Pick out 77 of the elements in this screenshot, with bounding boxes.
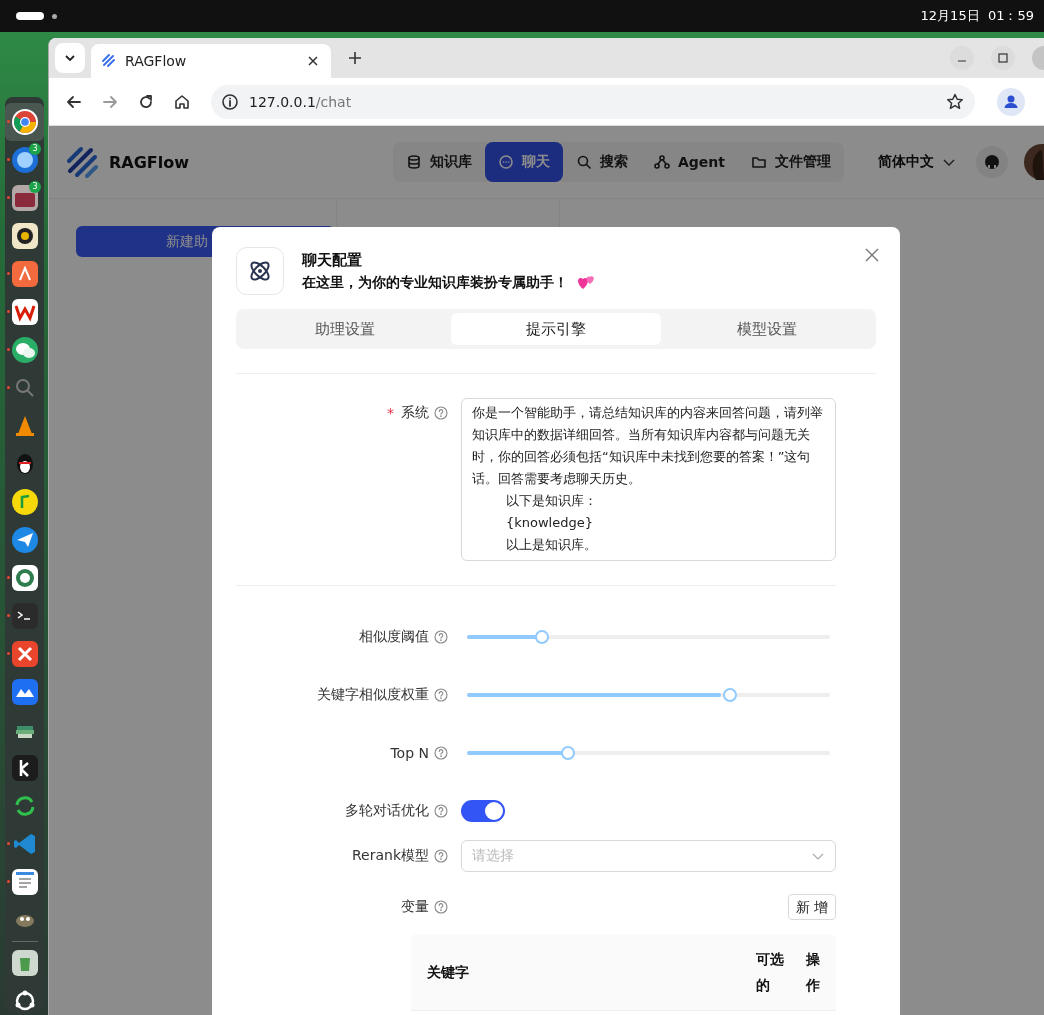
column-header: 关键字 [426,963,470,982]
tab[interactable]: 模型设置 [661,313,872,345]
slider-thumb[interactable] [722,688,737,702]
nav-tab[interactable]: Agent [641,142,738,182]
help-icon[interactable] [434,746,448,760]
notification-badge: 3 [29,143,41,155]
home-icon[interactable] [173,92,191,111]
app-name: RAGFlow [109,152,190,172]
system-prompt-field[interactable]: 你是一个智能助手，请总结知识库的内容来回答问题，请列举知识库中的数据详细回答。当所有知识库内容都与问题无关时，你的回答必须包括“知识库中未找到您要的答案！”这句话。回答需要考虑聊天历史。 以下是知识库： {knowledge} 以上是知识库。 [461,398,836,561]
reload-icon[interactable] [137,92,155,111]
nav-tab[interactable]: 知识库 [393,142,485,182]
folder-icon [751,154,767,170]
address-bar[interactable]: 127.0.0.1/chat [211,84,975,119]
clock[interactable]: 12月15日 01：59 [920,7,1034,25]
app-icon[interactable] [10,298,39,326]
database-icon [406,154,422,170]
app-icon[interactable] [10,108,39,136]
slider-thumb[interactable] [561,746,576,760]
field-label: 多轮对话优化 [345,802,429,820]
tab-title: RAGFlow [125,53,188,69]
site-info-icon[interactable] [221,92,239,111]
app-icon[interactable] [10,488,39,516]
workspace-indicator[interactable] [16,12,44,20]
tab[interactable]: 提示引擎 [450,313,662,345]
minimize-button[interactable] [950,46,974,70]
app-icon[interactable] [10,146,39,174]
app-icon[interactable] [10,336,39,364]
profile-icon[interactable] [997,87,1025,116]
url-text: 127.0.0.1/chat [249,93,353,110]
help-icon[interactable] [434,804,448,818]
dialog-subtitle: 在这里，为你的专业知识库装扮专属助手！ [302,273,568,292]
ragflow-logo-icon [65,145,99,179]
field-label: Rerank模型 [351,847,429,865]
atom-icon [236,247,284,295]
nodes-icon [654,154,670,170]
nav-tab[interactable]: 搜索 [563,142,641,182]
tab-list-button[interactable] [55,43,85,73]
tab[interactable]: 助理设置 [240,313,451,345]
column-header: 可选的 [756,950,784,995]
app-icon[interactable] [10,222,39,250]
field-label: 系统 [401,404,429,422]
app-icon[interactable] [10,526,39,554]
app-icon[interactable] [10,602,39,630]
slider-thumb[interactable] [535,630,549,644]
nav-tab[interactable]: 文件管理 [738,142,844,182]
help-icon[interactable] [434,849,448,863]
notification-badge: 3 [29,181,41,193]
app-icon[interactable] [10,260,39,288]
toggle-switch[interactable] [461,800,505,822]
avatar[interactable] [1022,144,1044,180]
app-icon[interactable] [10,678,39,706]
chat-bubble-icon [498,154,514,170]
search-icon [576,154,592,170]
workspace-dot[interactable] [52,13,57,19]
app-icon[interactable] [10,640,39,668]
help-icon[interactable] [434,630,448,644]
browser-tab[interactable]: RAGFlow [91,44,331,78]
help-icon[interactable] [434,900,448,914]
required-mark: * [387,405,394,421]
field-label: 相似度阈值 [359,628,429,646]
help-icon[interactable] [434,406,448,420]
app-icon[interactable] [10,949,39,977]
language-select[interactable]: 简体中文 [878,153,956,171]
nav-tab[interactable]: 聊天 [485,142,563,182]
column-header: 操作 [806,950,821,995]
help-icon[interactable] [434,688,448,702]
app-icon[interactable] [10,754,39,782]
add-button[interactable]: 新 增 [787,894,836,920]
app-icon[interactable] [10,564,39,592]
maximize-button[interactable] [991,46,1015,70]
hearts-icon [576,273,596,291]
field-label: 变量 [401,898,429,916]
field-label: Top N [390,745,429,761]
field-label: 关键字相似度权重 [317,686,429,704]
bookmark-star-icon[interactable] [945,91,965,112]
app-icon[interactable] [10,868,39,896]
ragflow-logo-icon [101,53,117,69]
